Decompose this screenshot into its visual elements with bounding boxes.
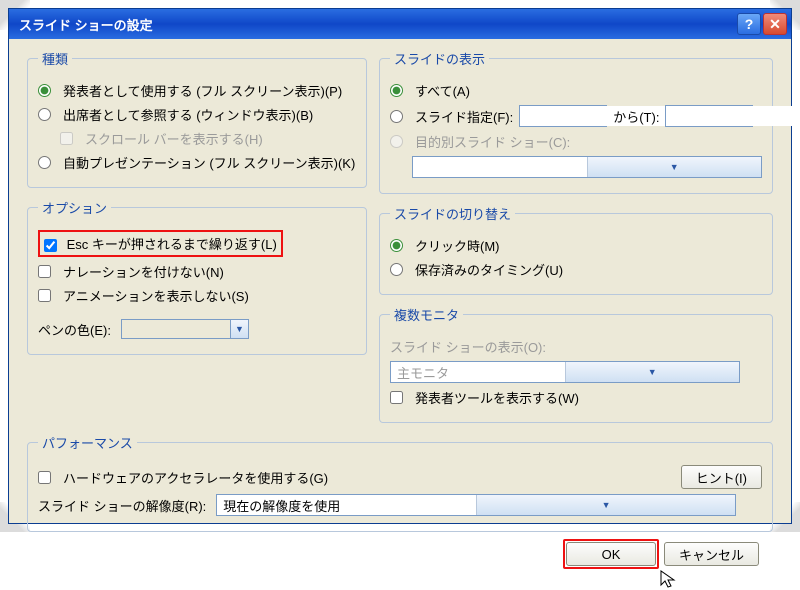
radio-timings[interactable]	[390, 263, 403, 276]
label-pen-color: ペンの色(E):	[38, 320, 111, 339]
label-no-narration: ナレーションを付けない(N)	[63, 262, 224, 281]
close-icon[interactable]: ✕	[763, 13, 787, 35]
button-bar: OK キャンセル	[21, 542, 759, 566]
pen-color-swatch	[121, 319, 231, 339]
group-options: オプション Esc キーが押されるまで繰り返す(L) ナレーションを付けない(N…	[27, 198, 367, 355]
radio-auto[interactable]	[38, 156, 51, 169]
label-all-slides: すべて(A)	[415, 81, 470, 100]
group-monitors-legend: 複数モニタ	[390, 305, 463, 324]
check-no-narration[interactable]	[38, 265, 51, 278]
ok-button[interactable]: OK	[566, 542, 656, 566]
label-to: から(T):	[613, 107, 659, 126]
label-presenter-tools: 発表者ツールを表示する(W)	[415, 388, 579, 407]
combo-resolution[interactable]: 現在の解像度を使用 ▼	[216, 494, 736, 516]
label-no-animation: アニメーションを表示しない(S)	[63, 286, 249, 305]
label-resolution: スライド ショーの解像度(R):	[38, 496, 206, 515]
label-loop: Esc キーが押されるまで繰り返す(L)	[67, 237, 277, 252]
combo-resolution-value: 現在の解像度を使用	[217, 496, 476, 515]
group-slides-legend: スライドの表示	[390, 49, 489, 68]
group-options-legend: オプション	[38, 198, 111, 217]
group-advance: スライドの切り替え クリック時(M) 保存済みのタイミング(U)	[379, 204, 773, 295]
label-attendee: 出席者として参照する (ウィンドウ表示)(B)	[63, 105, 313, 124]
label-timings: 保存済みのタイミング(U)	[415, 260, 563, 279]
dialog-window: スライド ショーの設定 ? ✕ 種類 発表者として使用する (フル スクリーン表…	[8, 8, 792, 524]
group-performance-legend: パフォーマンス	[38, 433, 137, 452]
radio-presenter[interactable]	[38, 84, 51, 97]
chevron-down-icon[interactable]: ▼	[231, 319, 249, 339]
chevron-down-icon[interactable]: ▼	[476, 495, 736, 515]
combo-monitors-value: 主モニタ	[391, 363, 565, 382]
label-auto: 自動プレゼンテーション (フル スクリーン表示)(K)	[63, 153, 355, 172]
pen-color-combo[interactable]: ▼	[121, 319, 249, 339]
combo-custom-show: ▼	[412, 156, 762, 178]
group-slides: スライドの表示 すべて(A) スライド指定(F): ▲▼	[379, 49, 773, 194]
radio-all-slides[interactable]	[390, 84, 403, 97]
highlight-loop: Esc キーが押されるまで繰り返す(L)	[38, 230, 283, 257]
to-input[interactable]	[666, 106, 800, 126]
label-presenter: 発表者として使用する (フル スクリーン表示)(P)	[63, 81, 342, 100]
check-hw-accel[interactable]	[38, 471, 51, 484]
cancel-button[interactable]: キャンセル	[664, 542, 759, 566]
help-icon[interactable]: ?	[737, 13, 761, 35]
label-custom-show: 目的別スライド ショー(C):	[415, 132, 570, 151]
check-presenter-tools[interactable]	[390, 391, 403, 404]
label-display-on: スライド ショーの表示(O):	[390, 337, 546, 356]
group-monitors: 複数モニタ スライド ショーの表示(O): 主モニタ ▼ 発	[379, 305, 773, 423]
radio-manual[interactable]	[390, 239, 403, 252]
spin-from[interactable]: ▲▼	[519, 105, 607, 127]
radio-custom-show	[390, 135, 403, 148]
group-type-legend: 種類	[38, 49, 72, 68]
radio-attendee[interactable]	[38, 108, 51, 121]
check-no-animation[interactable]	[38, 289, 51, 302]
window-title: スライド ショーの設定	[19, 15, 153, 34]
label-slide-range: スライド指定(F):	[415, 107, 513, 126]
combo-monitors: 主モニタ ▼	[390, 361, 740, 383]
label-hw-accel: ハードウェアのアクセラレータを使用する(G)	[63, 468, 328, 487]
group-type: 種類 発表者として使用する (フル スクリーン表示)(P) 出席者として参照する…	[27, 49, 367, 188]
group-performance: パフォーマンス ハードウェアのアクセラレータを使用する(G) ヒント(I) スラ…	[27, 433, 773, 532]
radio-slide-range[interactable]	[390, 110, 403, 123]
label-scrollbar: スクロール バーを表示する(H)	[85, 129, 263, 148]
ok-highlight: OK	[566, 542, 656, 566]
check-loop[interactable]	[44, 239, 57, 252]
spin-to[interactable]: ▲▼	[665, 105, 753, 127]
chevron-down-icon: ▼	[587, 157, 762, 177]
label-manual: クリック時(M)	[415, 236, 500, 255]
titlebar: スライド ショーの設定 ? ✕	[9, 9, 791, 39]
chevron-down-icon: ▼	[565, 362, 740, 382]
hint-button[interactable]: ヒント(I)	[681, 465, 762, 489]
check-scrollbar	[60, 132, 73, 145]
group-advance-legend: スライドの切り替え	[390, 204, 515, 223]
